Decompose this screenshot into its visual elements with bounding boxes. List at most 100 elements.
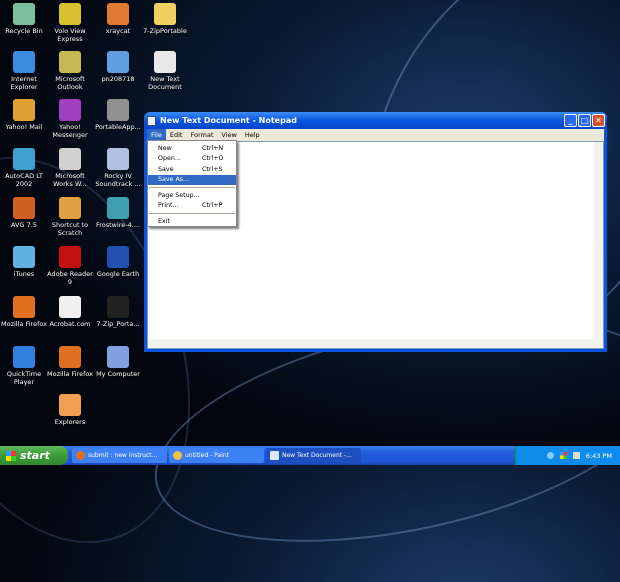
icon-label: 7-Zip_Porta... xyxy=(96,320,140,328)
clock[interactable]: 6:43 PM xyxy=(586,452,612,460)
desktop-icon[interactable]: Google Earth xyxy=(94,246,142,278)
icon-label: Adobe Reader 9 xyxy=(47,270,93,286)
menu-item-shortcut: Ctrl+N xyxy=(202,144,224,152)
menu-item-save-as[interactable]: Save As... xyxy=(148,174,236,185)
app-icon xyxy=(13,3,35,25)
icon-label: Mozilla Firefox xyxy=(1,320,47,328)
menu-item-exit[interactable]: Exit xyxy=(148,216,236,227)
desktop-icon[interactable]: New Text Document xyxy=(141,51,189,91)
task-paint[interactable]: untitled - Paint xyxy=(169,448,264,463)
desktop-icon[interactable]: Recycle Bin xyxy=(0,3,48,35)
desktop-icon[interactable]: xraycat xyxy=(94,3,142,35)
close-button[interactable]: ✕ xyxy=(592,114,605,127)
app-icon xyxy=(13,246,35,268)
desktop-icon[interactable]: AVG 7.5 xyxy=(0,197,48,229)
menu-item-label: New xyxy=(158,144,172,152)
vertical-scrollbar[interactable] xyxy=(594,142,603,339)
desktop-icon[interactable]: Mozilla Firefox xyxy=(0,296,48,328)
volume-icon[interactable] xyxy=(572,452,580,459)
app-icon xyxy=(107,51,129,73)
menu-item-label: Open... xyxy=(158,155,181,163)
desktop-icon[interactable]: 7-Zip_Porta... xyxy=(94,296,142,328)
app-icon xyxy=(107,99,129,121)
app-icon xyxy=(13,51,35,73)
icon-label: Volo View Express xyxy=(54,27,86,43)
icon-label: Rocky IV Soundtrack ... xyxy=(95,172,141,188)
menu-item-shortcut: Ctrl+O xyxy=(202,155,224,163)
desktop-icon[interactable]: Mozilla Firefox xyxy=(46,346,94,378)
app-icon xyxy=(107,296,129,318)
maximize-button[interactable]: □ xyxy=(578,114,591,127)
network-icon[interactable] xyxy=(546,452,554,459)
app-icon xyxy=(59,3,81,25)
menu-item-page-setup[interactable]: Page Setup... xyxy=(148,190,236,201)
desktop-icon[interactable]: My Computer xyxy=(94,346,142,378)
desktop-icon[interactable]: Acrobat.com xyxy=(46,296,94,328)
desktop-icon[interactable]: Microsoft Works W... xyxy=(46,148,94,188)
desktop-icon[interactable]: iTunes xyxy=(0,246,48,278)
start-button[interactable]: start xyxy=(0,446,68,465)
title-bar[interactable]: New Text Document - Notepad _ □ ✕ xyxy=(144,112,607,129)
icon-label: QuickTime Player xyxy=(6,370,42,386)
minimize-button[interactable]: _ xyxy=(564,114,577,127)
menu-item-shortcut: Ctrl+S xyxy=(202,165,223,173)
app-icon xyxy=(154,51,176,73)
desktop-icon[interactable]: Shortcut to Scratch xyxy=(46,197,94,237)
app-icon xyxy=(13,99,35,121)
icon-label: Yahoo! Mail xyxy=(5,123,43,131)
app-icon xyxy=(59,394,81,416)
desktop-icon[interactable]: Frostwire-4.... xyxy=(94,197,142,229)
desktop-icon[interactable]: Yahoo! Mail xyxy=(0,99,48,131)
icon-label: Frostwire-4.... xyxy=(95,221,141,229)
desktop-icon[interactable]: 7-ZipPortable xyxy=(141,3,189,35)
menu-item-shortcut: Ctrl+P xyxy=(202,202,223,210)
icon-label: AutoCAD LT 2002 xyxy=(5,172,43,188)
icon-label: Microsoft Outlook xyxy=(55,75,85,91)
desktop-icon[interactable]: pn208718 xyxy=(94,51,142,83)
flag-tray-icon[interactable] xyxy=(559,452,567,459)
notepad-icon xyxy=(270,451,279,460)
menu-item-print[interactable]: Print... Ctrl+P xyxy=(148,201,236,212)
desktop-icon[interactable]: Explorers xyxy=(46,394,94,426)
app-icon xyxy=(13,197,35,219)
desktop-icon[interactable]: Volo View Express xyxy=(46,3,94,43)
paint-icon xyxy=(173,451,182,460)
menu-item-open[interactable]: Open... Ctrl+O xyxy=(148,154,236,165)
task-label: untitled - Paint xyxy=(185,452,229,459)
windows-logo-icon xyxy=(6,450,16,461)
icon-label: Explorers xyxy=(54,418,86,426)
firefox-icon xyxy=(76,451,85,460)
icon-label: xraycat xyxy=(105,27,131,35)
icon-label: My Computer xyxy=(96,370,140,378)
menu-item-new[interactable]: New Ctrl+N xyxy=(148,143,236,154)
desktop-icon[interactable]: Internet Explorer xyxy=(0,51,48,91)
app-icon xyxy=(59,296,81,318)
desktop-icon[interactable]: AutoCAD LT 2002 xyxy=(0,148,48,188)
desktop-icon[interactable]: PortableApp... xyxy=(94,99,142,131)
desktop-icon[interactable]: Yahoo! Messenger xyxy=(46,99,94,139)
app-icon xyxy=(59,346,81,368)
desktop-icon[interactable]: Microsoft Outlook xyxy=(46,51,94,91)
desktop-icon[interactable]: QuickTime Player xyxy=(0,346,48,386)
horizontal-scrollbar[interactable] xyxy=(148,339,603,348)
app-icon xyxy=(59,51,81,73)
task-notepad[interactable]: New Text Document -... xyxy=(266,448,361,463)
menu-item-label: Save As... xyxy=(158,176,190,184)
menu-item-save[interactable]: Save Ctrl+S xyxy=(148,164,236,175)
icon-label: Recycle Bin xyxy=(5,27,43,35)
icon-label: Microsoft Works W... xyxy=(53,172,87,188)
desktop-icon[interactable]: Rocky IV Soundtrack ... xyxy=(94,148,142,188)
app-icon xyxy=(107,197,129,219)
icon-label: pn208718 xyxy=(101,75,135,83)
notepad-icon xyxy=(147,115,156,126)
menu-item-label: Exit xyxy=(158,217,170,225)
app-icon xyxy=(107,246,129,268)
desktop-icon[interactable]: Adobe Reader 9 xyxy=(46,246,94,286)
menu-separator xyxy=(149,213,235,214)
task-label: submit : new instruct... xyxy=(88,452,158,459)
taskbar: start submit : new instruct... untitled … xyxy=(0,446,620,465)
icon-label: New Text Document xyxy=(148,75,182,91)
icon-label: Google Earth xyxy=(96,270,140,278)
task-firefox[interactable]: submit : new instruct... xyxy=(72,448,167,463)
menu-help[interactable]: Help xyxy=(241,129,264,141)
